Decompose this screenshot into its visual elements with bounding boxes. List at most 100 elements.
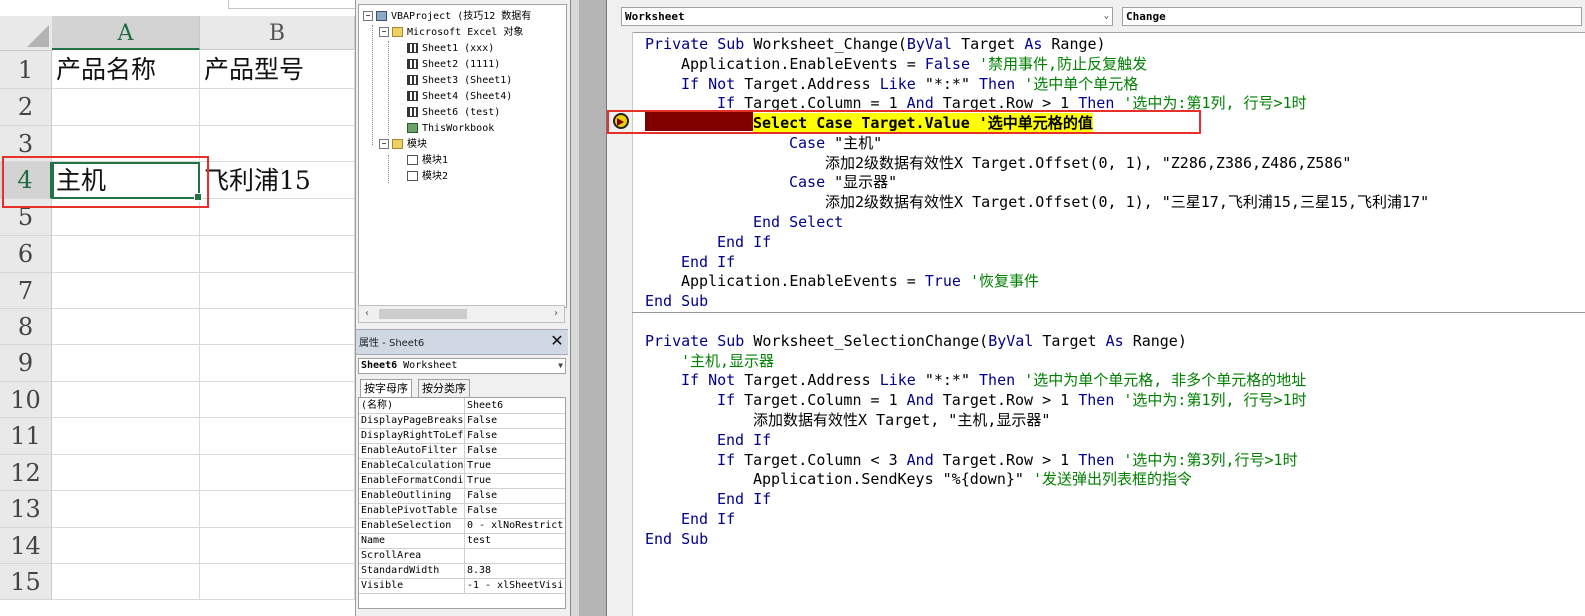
property-value[interactable]: False [467, 488, 563, 503]
row-header-12[interactable]: 12 [0, 455, 52, 491]
tree-folder-modules[interactable]: − 模块 [379, 137, 427, 153]
code-line[interactable]: End Sub [645, 291, 708, 311]
property-value[interactable]: 8.38 [467, 563, 563, 578]
property-row[interactable]: Name test [359, 533, 565, 549]
code-line[interactable]: 添加数据有效性X Target, "主机,显示器" [753, 410, 1050, 430]
property-value[interactable]: False [467, 503, 563, 518]
pane-splitter[interactable] [570, 0, 607, 616]
row-header-8[interactable]: 8 [0, 309, 52, 345]
code-line[interactable]: Private Sub Worksheet_Change(ByVal Targe… [645, 34, 1106, 54]
code-line[interactable]: End If [681, 252, 735, 272]
code-line[interactable]: 添加2级数据有效性X Target.Offset(0, 1), "Z286,Z3… [825, 153, 1351, 173]
cell-a15[interactable] [52, 564, 200, 600]
collapse-icon[interactable]: − [363, 11, 373, 21]
code-line[interactable]: 添加2级数据有效性X Target.Offset(0, 1), "三星17,飞利… [825, 192, 1429, 212]
column-header-a[interactable]: A [52, 16, 200, 50]
code-line[interactable]: Case "主机" [789, 133, 882, 153]
property-row[interactable]: (名称) Sheet6 [359, 398, 565, 414]
code-line[interactable]: Case "显示器" [789, 172, 897, 192]
property-value[interactable]: False [467, 428, 563, 443]
property-row[interactable]: DisplayPageBreaks False [359, 413, 565, 429]
cell-b2[interactable] [200, 89, 355, 126]
scroll-right-icon[interactable]: › [548, 306, 564, 322]
cell-b13[interactable] [200, 491, 355, 528]
row-header-15[interactable]: 15 [0, 564, 52, 600]
code-line[interactable]: End If [717, 489, 771, 509]
object-combo[interactable]: Worksheet ⌄ [621, 7, 1113, 26]
tree-folder-excel-objects[interactable]: − Microsoft Excel 对象 [379, 25, 523, 41]
cell-a14[interactable] [52, 528, 200, 564]
code-line[interactable]: Application.EnableEvents = False '禁用事件,防… [681, 54, 1147, 74]
tree-item-sheet6[interactable]: Sheet6 (test) [407, 105, 500, 121]
tree-item-module1[interactable]: 模块1 [407, 153, 448, 169]
code-line[interactable]: End If [717, 232, 771, 252]
code-line[interactable]: '主机,显示器 [681, 351, 774, 371]
code-line[interactable]: End If [717, 430, 771, 450]
code-line[interactable]: If Target.Column < 3 And Target.Row > 1 … [717, 450, 1298, 470]
property-value[interactable]: False [467, 443, 563, 458]
cell-b10[interactable] [200, 382, 355, 418]
scroll-left-icon[interactable]: ‹ [359, 306, 375, 322]
project-horizontal-scrollbar[interactable]: ‹ › [358, 305, 565, 323]
cell-b12[interactable] [200, 455, 355, 491]
formula-bar-box[interactable] [228, 0, 355, 9]
property-value[interactable]: -1 - xlSheetVisible [467, 578, 563, 593]
row-header-11[interactable]: 11 [0, 418, 52, 455]
property-value[interactable]: test [467, 533, 563, 548]
property-row[interactable]: EnablePivotTable False [359, 503, 565, 519]
property-value[interactable]: True [467, 473, 563, 488]
row-header-1[interactable]: 1 [0, 51, 52, 89]
row-header-14[interactable]: 14 [0, 528, 52, 564]
cell-b1[interactable]: 产品型号 [200, 51, 355, 89]
procedure-combo[interactable]: Change [1122, 7, 1582, 26]
collapse-icon[interactable]: − [379, 139, 389, 149]
tree-item-sheet3[interactable]: Sheet3 (Sheet1) [407, 73, 512, 89]
close-icon[interactable]: ✕ [548, 332, 566, 350]
code-line[interactable]: If Not Target.Address Like "*:*" Then '选… [681, 74, 1138, 94]
properties-object-select[interactable]: Sheet6 Worksheet ▼ [358, 358, 566, 374]
code-line[interactable]: Application.EnableEvents = True '恢复事件 [681, 271, 1039, 291]
property-row[interactable]: EnableSelection 0 - xlNoRestrictions [359, 518, 565, 534]
cell-a10[interactable] [52, 382, 200, 418]
cell-a11[interactable] [52, 418, 200, 455]
property-row[interactable]: ScrollArea [359, 548, 565, 564]
cell-a12[interactable] [52, 455, 200, 491]
property-row[interactable]: DisplayRightToLeft False [359, 428, 565, 444]
cell-a8[interactable] [52, 309, 200, 345]
row-header-9[interactable]: 9 [0, 345, 52, 382]
row-header-7[interactable]: 7 [0, 273, 52, 309]
property-row[interactable]: EnableFormatConditions True [359, 473, 565, 489]
row-header-13[interactable]: 13 [0, 491, 52, 528]
row-header-6[interactable]: 6 [0, 236, 52, 273]
cell-b11[interactable] [200, 418, 355, 455]
tab-categorized[interactable]: 按分类序 [418, 379, 470, 397]
tree-root-vbaproject[interactable]: − VBAProject (技巧12 数据有 [363, 9, 531, 25]
cell-b9[interactable] [200, 345, 355, 382]
tree-item-sheet2[interactable]: Sheet2 (1111) [407, 57, 500, 73]
code-line[interactable]: End Sub [645, 529, 708, 549]
cell-b8[interactable] [200, 309, 355, 345]
cell-b5[interactable] [200, 199, 355, 236]
cell-b14[interactable] [200, 528, 355, 564]
property-row[interactable]: StandardWidth 8.38 [359, 563, 565, 579]
scroll-thumb[interactable] [379, 309, 467, 319]
property-row[interactable]: EnableOutlining False [359, 488, 565, 504]
code-line[interactable]: End If [681, 509, 735, 529]
property-value[interactable]: False [467, 413, 563, 428]
cell-a13[interactable] [52, 491, 200, 528]
code-line[interactable]: End Select [753, 212, 843, 232]
column-header-b[interactable]: B [200, 16, 355, 50]
row-header-10[interactable]: 10 [0, 382, 52, 418]
cell-a6[interactable] [52, 236, 200, 273]
tree-item-sheet4[interactable]: Sheet4 (Sheet4) [407, 89, 512, 105]
cell-a7[interactable] [52, 273, 200, 309]
tree-item-sheet1[interactable]: Sheet1 (xxx) [407, 41, 494, 57]
property-row[interactable]: EnableCalculation True [359, 458, 565, 474]
row-header-2[interactable]: 2 [0, 89, 52, 126]
cell-b3[interactable] [200, 126, 355, 162]
tree-item-module2[interactable]: 模块2 [407, 169, 448, 185]
cell-b15[interactable] [200, 564, 355, 600]
cell-a2[interactable] [52, 89, 200, 126]
cell-a9[interactable] [52, 345, 200, 382]
property-value[interactable]: Sheet6 [467, 398, 563, 413]
